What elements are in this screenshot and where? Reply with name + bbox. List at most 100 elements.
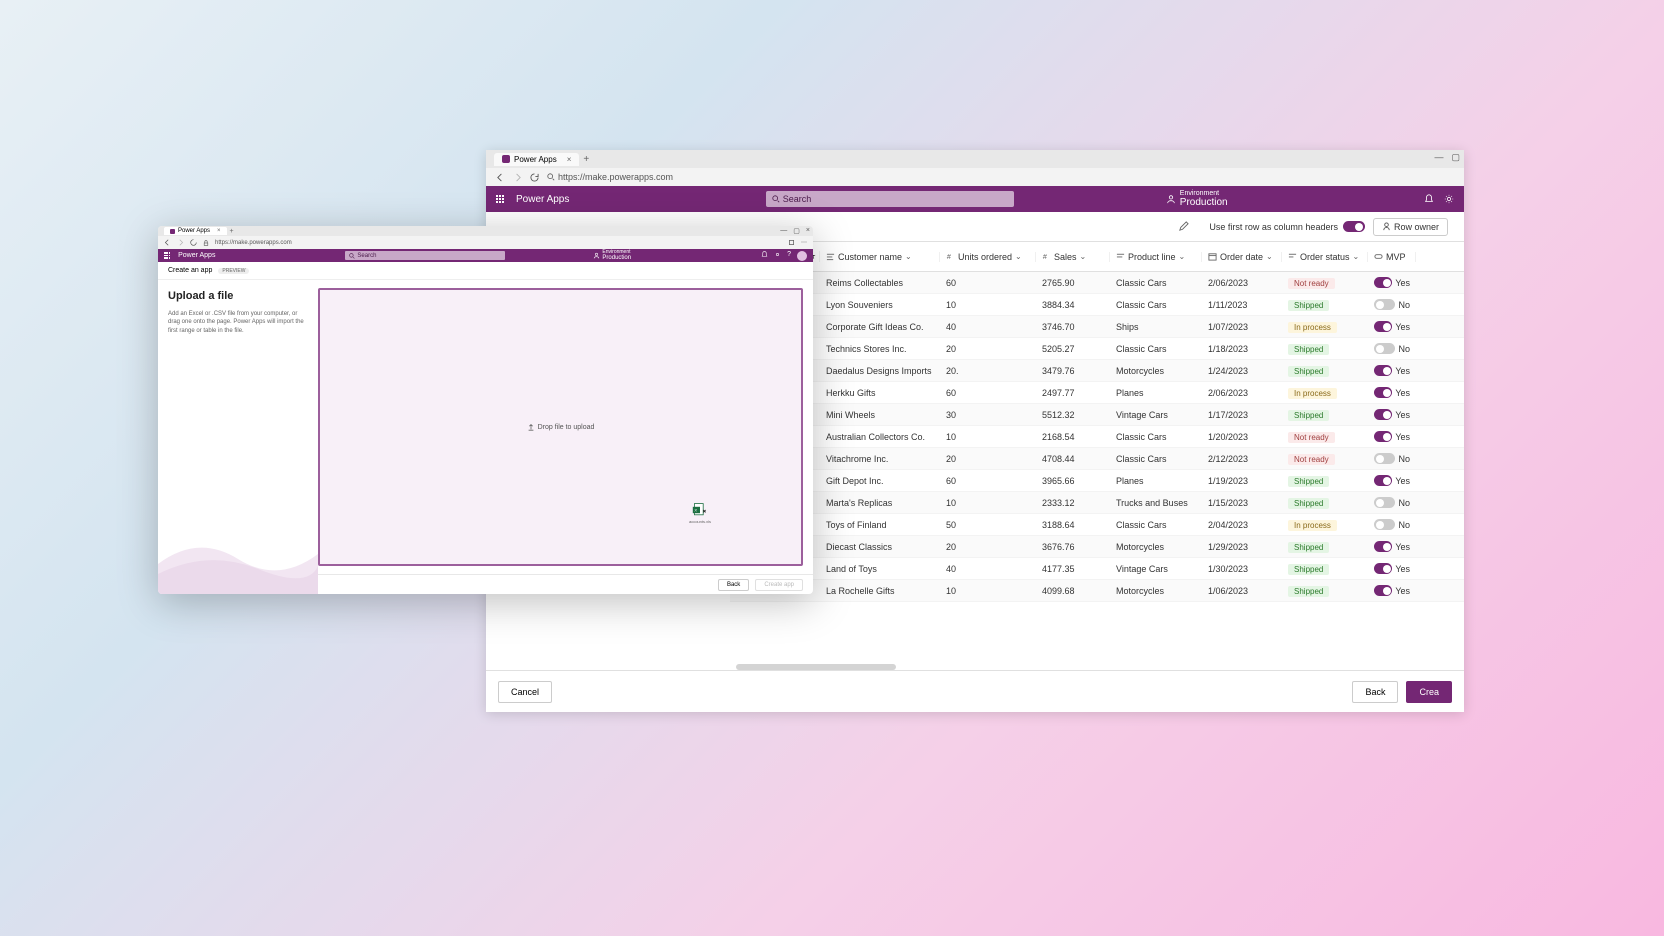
col-customer[interactable]: Customer name⌄ <box>820 252 940 262</box>
mvp-toggle[interactable] <box>1374 497 1395 508</box>
table-row[interactable]: Lyon Souveniers103884.34Classic Cars1/11… <box>730 294 1464 316</box>
notification-icon[interactable] <box>761 251 768 258</box>
tab-close-icon[interactable]: × <box>217 228 221 234</box>
cancel-button[interactable]: Cancel <box>498 681 552 703</box>
upload-icon <box>527 423 535 431</box>
create-button[interactable]: Crea <box>1406 681 1452 703</box>
cell-mvp: No <box>1368 497 1416 508</box>
edit-icon[interactable] <box>1178 221 1189 232</box>
mvp-toggle[interactable] <box>1374 299 1395 310</box>
nav-forward-icon[interactable] <box>513 173 522 182</box>
avatar[interactable] <box>797 251 807 261</box>
row-owner-button[interactable]: Row owner <box>1373 218 1448 236</box>
refresh-icon[interactable] <box>530 173 539 182</box>
footer-bar: Cancel Back Crea <box>486 670 1464 712</box>
status-badge: In process <box>1288 520 1337 531</box>
cancel-button[interactable]: Cancel <box>168 579 205 591</box>
minimize-icon[interactable]: — <box>780 227 787 235</box>
mvp-toggle[interactable] <box>1374 321 1392 332</box>
environment-picker[interactable]: EnvironmentProduction <box>593 250 631 261</box>
search-icon <box>349 253 355 259</box>
new-tab-icon[interactable]: + <box>583 154 589 165</box>
table-row[interactable]: Reims Collectables602765.90Classic Cars2… <box>730 272 1464 294</box>
col-product[interactable]: Product line⌄ <box>1110 252 1202 262</box>
table-body: Reims Collectables602765.90Classic Cars2… <box>730 272 1464 602</box>
cell-status: Not ready <box>1282 432 1368 442</box>
mvp-toggle[interactable] <box>1374 475 1392 486</box>
table-row[interactable]: Daedalus Designs Imports20.3479.76Motorc… <box>730 360 1464 382</box>
waffle-icon[interactable] <box>496 195 504 203</box>
dropzone[interactable]: Drop file to upload X accounts.xls <box>318 288 803 566</box>
address-bar[interactable]: https://make.powerapps.com <box>547 172 1454 182</box>
table-row[interactable]: Herkku Gifts602497.77Planes2/06/2023In p… <box>730 382 1464 404</box>
mvp-toggle[interactable] <box>1374 343 1395 354</box>
col-sales[interactable]: #Sales⌄ <box>1036 252 1110 262</box>
browser-tab[interactable]: Power Apps × <box>494 153 579 166</box>
col-mvp[interactable]: MVP <box>1368 252 1416 262</box>
mvp-toggle[interactable] <box>1374 387 1392 398</box>
cell-status: Shipped <box>1282 344 1368 354</box>
mvp-toggle[interactable] <box>1374 563 1392 574</box>
col-date[interactable]: Order date⌄ <box>1202 252 1282 262</box>
search-icon <box>772 195 780 203</box>
close-icon[interactable]: × <box>806 227 810 235</box>
table-row[interactable]: Australian Collectors Co.102168.54Classi… <box>730 426 1464 448</box>
toggle-switch[interactable] <box>1343 221 1365 232</box>
maximize-icon[interactable]: ▢ <box>793 227 800 235</box>
nav-back-icon[interactable] <box>496 173 505 182</box>
mvp-toggle[interactable] <box>1374 431 1392 442</box>
cell-date: 1/19/2023 <box>1202 476 1282 486</box>
table-row[interactable]: Toys of Finland503188.64Classic Cars2/04… <box>730 514 1464 536</box>
table-row[interactable]: Marta's Replicas102333.12Trucks and Buse… <box>730 492 1464 514</box>
use-first-row-toggle[interactable]: Use first row as column headers <box>1209 221 1365 232</box>
browser-tab[interactable]: Power Apps × <box>164 227 227 235</box>
tab-close-icon[interactable]: × <box>567 155 572 164</box>
table-row[interactable]: Technics Stores Inc.205205.27Classic Car… <box>730 338 1464 360</box>
mvp-toggle[interactable] <box>1374 365 1392 376</box>
cell-product: Motorcycles <box>1110 542 1202 552</box>
col-status[interactable]: Order status⌄ <box>1282 252 1368 262</box>
table-row[interactable]: Gift Depot Inc.603965.66Planes1/19/2023S… <box>730 470 1464 492</box>
global-search[interactable]: Search <box>766 191 1014 207</box>
table-row[interactable]: 10263Land of Toys404177.35Vintage Cars1/… <box>730 558 1464 580</box>
notification-icon[interactable] <box>1424 194 1434 204</box>
mvp-toggle[interactable] <box>1374 585 1392 596</box>
minimize-icon[interactable]: — <box>1434 152 1443 163</box>
url-text[interactable]: https://make.powerapps.com <box>215 240 292 246</box>
help-icon[interactable]: ? <box>787 251 791 261</box>
global-search[interactable]: Search <box>345 251 505 260</box>
dragging-file: X accounts.xls <box>689 502 711 524</box>
extension-icon[interactable] <box>788 239 795 246</box>
mvp-toggle[interactable] <box>1374 409 1392 420</box>
nav-back-icon[interactable] <box>164 239 171 246</box>
table-row[interactable]: Vitachrome Inc.204708.44Classic Cars2/12… <box>730 448 1464 470</box>
col-units[interactable]: #Units ordered⌄ <box>940 252 1036 262</box>
waffle-icon[interactable] <box>164 252 170 258</box>
back-button[interactable]: Back <box>1352 681 1398 703</box>
cell-units: 10 <box>940 300 1036 310</box>
cell-mvp: Yes <box>1368 563 1416 574</box>
more-icon[interactable]: ⋯ <box>801 239 807 246</box>
environment-picker[interactable]: EnvironmentProduction <box>1166 190 1228 209</box>
refresh-icon[interactable] <box>190 239 197 246</box>
nav-forward-icon[interactable] <box>177 239 184 246</box>
table-row[interactable]: Mini Wheels305512.32Vintage Cars1/17/202… <box>730 404 1464 426</box>
settings-icon[interactable] <box>774 251 781 258</box>
table-row[interactable]: 10251Diecast Classics203676.76Motorcycle… <box>730 536 1464 558</box>
tab-favicon <box>170 229 175 234</box>
mvp-toggle[interactable] <box>1374 541 1392 552</box>
cell-mvp: Yes <box>1368 585 1416 596</box>
settings-icon[interactable] <box>1444 194 1454 204</box>
mvp-toggle[interactable] <box>1374 453 1395 464</box>
maximize-icon[interactable]: ▢ <box>1451 152 1460 163</box>
mvp-toggle[interactable] <box>1374 277 1392 288</box>
back-button[interactable]: Back <box>718 579 749 591</box>
new-tab-icon[interactable]: + <box>230 228 234 235</box>
cell-units: 20 <box>940 542 1036 552</box>
cell-units: 40 <box>940 564 1036 574</box>
table-row[interactable]: 10275La Rochelle Gifts104099.68Motorcycl… <box>730 580 1464 602</box>
mvp-toggle[interactable] <box>1374 519 1395 530</box>
table-row[interactable]: Corporate Gift Ideas Co.403746.70Ships1/… <box>730 316 1464 338</box>
cell-sales: 2333.12 <box>1036 498 1110 508</box>
status-badge: In process <box>1288 388 1337 399</box>
